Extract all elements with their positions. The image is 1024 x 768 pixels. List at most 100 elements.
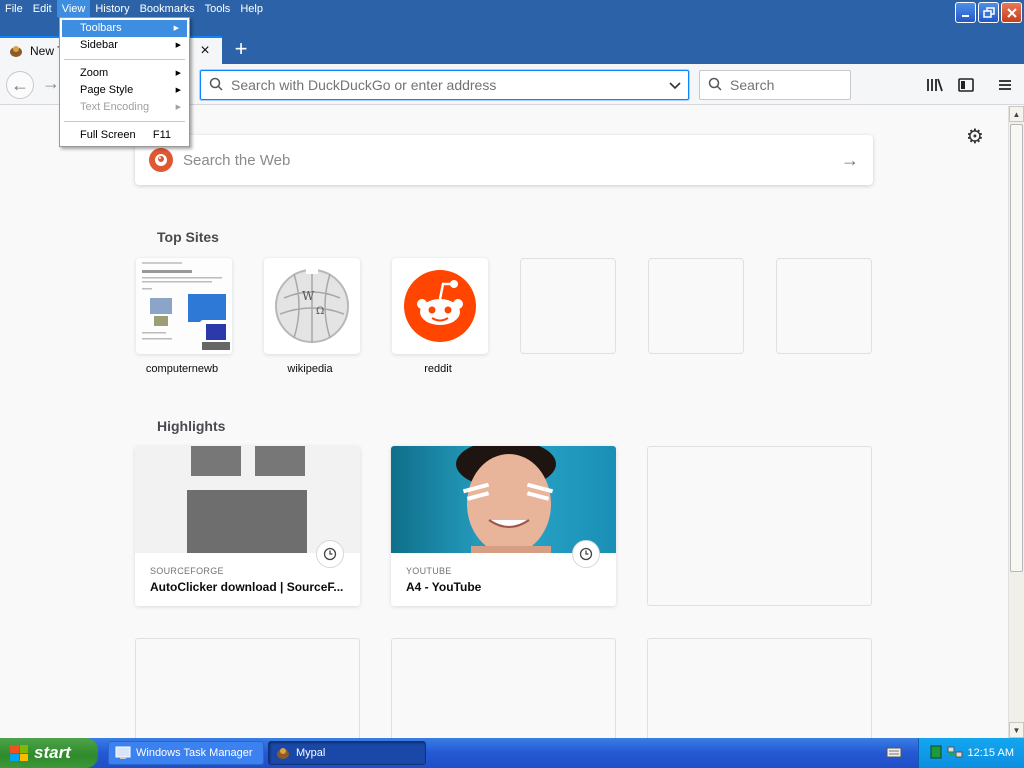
tray-app-icon[interactable] xyxy=(930,745,942,762)
mypal-icon xyxy=(275,745,291,761)
web-search-input[interactable] xyxy=(183,151,827,169)
menu-item-toolbars[interactable]: Toolbars ▶ xyxy=(62,20,187,37)
top-site-tile-computernewb[interactable] xyxy=(136,258,232,354)
menu-item-zoom[interactable]: Zoom ▶ xyxy=(60,65,189,82)
svg-text:Ω: Ω xyxy=(316,306,324,317)
menu-separator xyxy=(64,121,185,122)
close-icon xyxy=(1006,7,1017,18)
menu-item-full-screen[interactable]: Full Screen F11 xyxy=(60,127,189,144)
top-site-tile-reddit[interactable] xyxy=(392,258,488,354)
highlight-source: YOUTUBE xyxy=(406,566,452,576)
submenu-arrow-icon: ▶ xyxy=(173,25,179,32)
menu-item-label: Full Screen xyxy=(80,129,136,141)
search-icon xyxy=(700,77,730,94)
taskbar-button-mypal[interactable]: Mypal xyxy=(268,741,426,765)
menu-item-text-encoding: Text Encoding ▶ xyxy=(60,99,189,116)
highlight-card-empty xyxy=(135,638,360,738)
menu-separator xyxy=(64,59,185,60)
view-menu-dropdown: Toolbars ▶ Sidebar ▶ Zoom ▶ Page Style ▶… xyxy=(59,17,190,147)
top-site-tile-empty[interactable] xyxy=(648,258,744,354)
menu-bookmarks[interactable]: Bookmarks xyxy=(135,0,200,17)
top-site-tile-empty[interactable] xyxy=(776,258,872,354)
library-icon[interactable] xyxy=(924,74,946,96)
forward-arrow-icon: → xyxy=(42,73,60,93)
menu-bar: File Edit View History Bookmarks Tools H… xyxy=(0,0,268,18)
menu-item-page-style[interactable]: Page Style ▶ xyxy=(60,82,189,99)
sidebar-toggle-icon[interactable] xyxy=(955,74,977,96)
top-site-label: computernewb xyxy=(145,363,219,375)
highlight-title: AutoClicker download | SourceF... xyxy=(150,580,344,594)
url-dropdown-chevron-icon[interactable] xyxy=(662,77,688,93)
highlight-card-sourceforge[interactable]: SOURCEFORGE AutoClicker download | Sourc… xyxy=(135,446,360,606)
back-button[interactable]: ← xyxy=(6,71,34,99)
submenu-arrow-icon: ▶ xyxy=(175,104,181,111)
start-button[interactable]: start xyxy=(0,738,98,768)
top-site-label: wikipedia xyxy=(287,363,333,375)
reddit-logo-icon xyxy=(404,270,476,342)
top-site-tile-empty[interactable] xyxy=(520,258,616,354)
duckduckgo-logo-icon xyxy=(149,148,173,172)
search-icon xyxy=(201,77,231,94)
taskbar: start Windows Task Manager Mypal 12:15 A… xyxy=(0,738,1024,768)
network-icon[interactable] xyxy=(947,745,963,762)
web-search-box[interactable]: → xyxy=(135,135,873,185)
restore-icon xyxy=(982,6,995,18)
youtube-thumbnail-icon xyxy=(391,446,616,553)
hamburger-menu-icon[interactable] xyxy=(994,74,1016,96)
menu-help[interactable]: Help xyxy=(235,0,268,17)
menu-tools[interactable]: Tools xyxy=(200,0,236,17)
submenu-arrow-icon: ▶ xyxy=(175,87,181,94)
taskbar-button-task-manager[interactable]: Windows Task Manager xyxy=(108,741,264,765)
menu-edit[interactable]: Edit xyxy=(28,0,57,17)
computernewb-thumbnail-icon xyxy=(136,258,232,354)
highlight-card-empty xyxy=(647,638,872,738)
submenu-arrow-icon: ▶ xyxy=(175,70,181,77)
menu-item-label: Toolbars xyxy=(80,22,122,34)
menu-item-shortcut: F11 xyxy=(152,129,171,141)
taskbar-button-label: Mypal xyxy=(296,747,326,759)
submenu-arrow-icon: ▶ xyxy=(175,42,181,49)
sourceforge-thumbnail-icon xyxy=(135,446,360,553)
scrollbar-thumb[interactable] xyxy=(1010,124,1023,572)
top-sites-heading: Top Sites xyxy=(157,229,219,245)
highlight-card-empty xyxy=(391,638,616,738)
restore-button[interactable] xyxy=(978,2,999,23)
clock-icon xyxy=(572,540,600,568)
menu-item-sidebar[interactable]: Sidebar ▶ xyxy=(60,37,189,54)
highlight-title: A4 - YouTube xyxy=(406,580,482,594)
tab-close-icon[interactable]: × xyxy=(196,42,214,60)
highlights-heading: Highlights xyxy=(157,418,226,434)
svg-text:W: W xyxy=(302,289,315,303)
menu-item-label: Page Style xyxy=(80,84,134,96)
url-bar[interactable] xyxy=(200,70,689,100)
search-go-arrow-icon[interactable]: → xyxy=(827,150,873,171)
url-input[interactable] xyxy=(231,77,662,93)
top-site-tile-wikipedia[interactable]: W Ω xyxy=(264,258,360,354)
minimize-button[interactable] xyxy=(955,2,976,23)
menu-item-label: Text Encoding xyxy=(80,101,150,113)
menu-file[interactable]: File xyxy=(0,0,28,17)
forward-button[interactable]: → xyxy=(42,73,60,94)
top-site-label: reddit xyxy=(424,363,452,375)
scroll-up-arrow-icon[interactable]: ▲ xyxy=(1009,106,1024,122)
search-input[interactable] xyxy=(730,77,850,93)
menu-history[interactable]: History xyxy=(90,0,134,17)
close-window-button[interactable] xyxy=(1001,2,1022,23)
taskbar-button-label: Windows Task Manager xyxy=(136,747,253,759)
gear-icon[interactable]: ⚙ xyxy=(966,124,984,149)
windows-flag-icon xyxy=(10,745,28,761)
mypal-favicon-icon xyxy=(8,43,24,59)
highlight-card-youtube[interactable]: YOUTUBE A4 - YouTube xyxy=(391,446,616,606)
menu-view[interactable]: View xyxy=(56,0,91,17)
minimize-icon xyxy=(961,14,969,17)
scroll-down-arrow-icon[interactable]: ▼ xyxy=(1009,722,1024,738)
highlight-source: SOURCEFORGE xyxy=(150,566,224,576)
new-tab-page: ⚙ → Top Sites W xyxy=(0,106,1008,738)
keyboard-icon[interactable] xyxy=(886,746,902,760)
new-tab-button[interactable]: + xyxy=(230,36,252,64)
highlight-card-empty xyxy=(647,446,872,606)
search-bar[interactable] xyxy=(699,70,851,100)
window-controls xyxy=(955,2,1022,23)
vertical-scrollbar[interactable]: ▲ ▼ xyxy=(1008,106,1024,738)
start-label: start xyxy=(34,743,71,762)
